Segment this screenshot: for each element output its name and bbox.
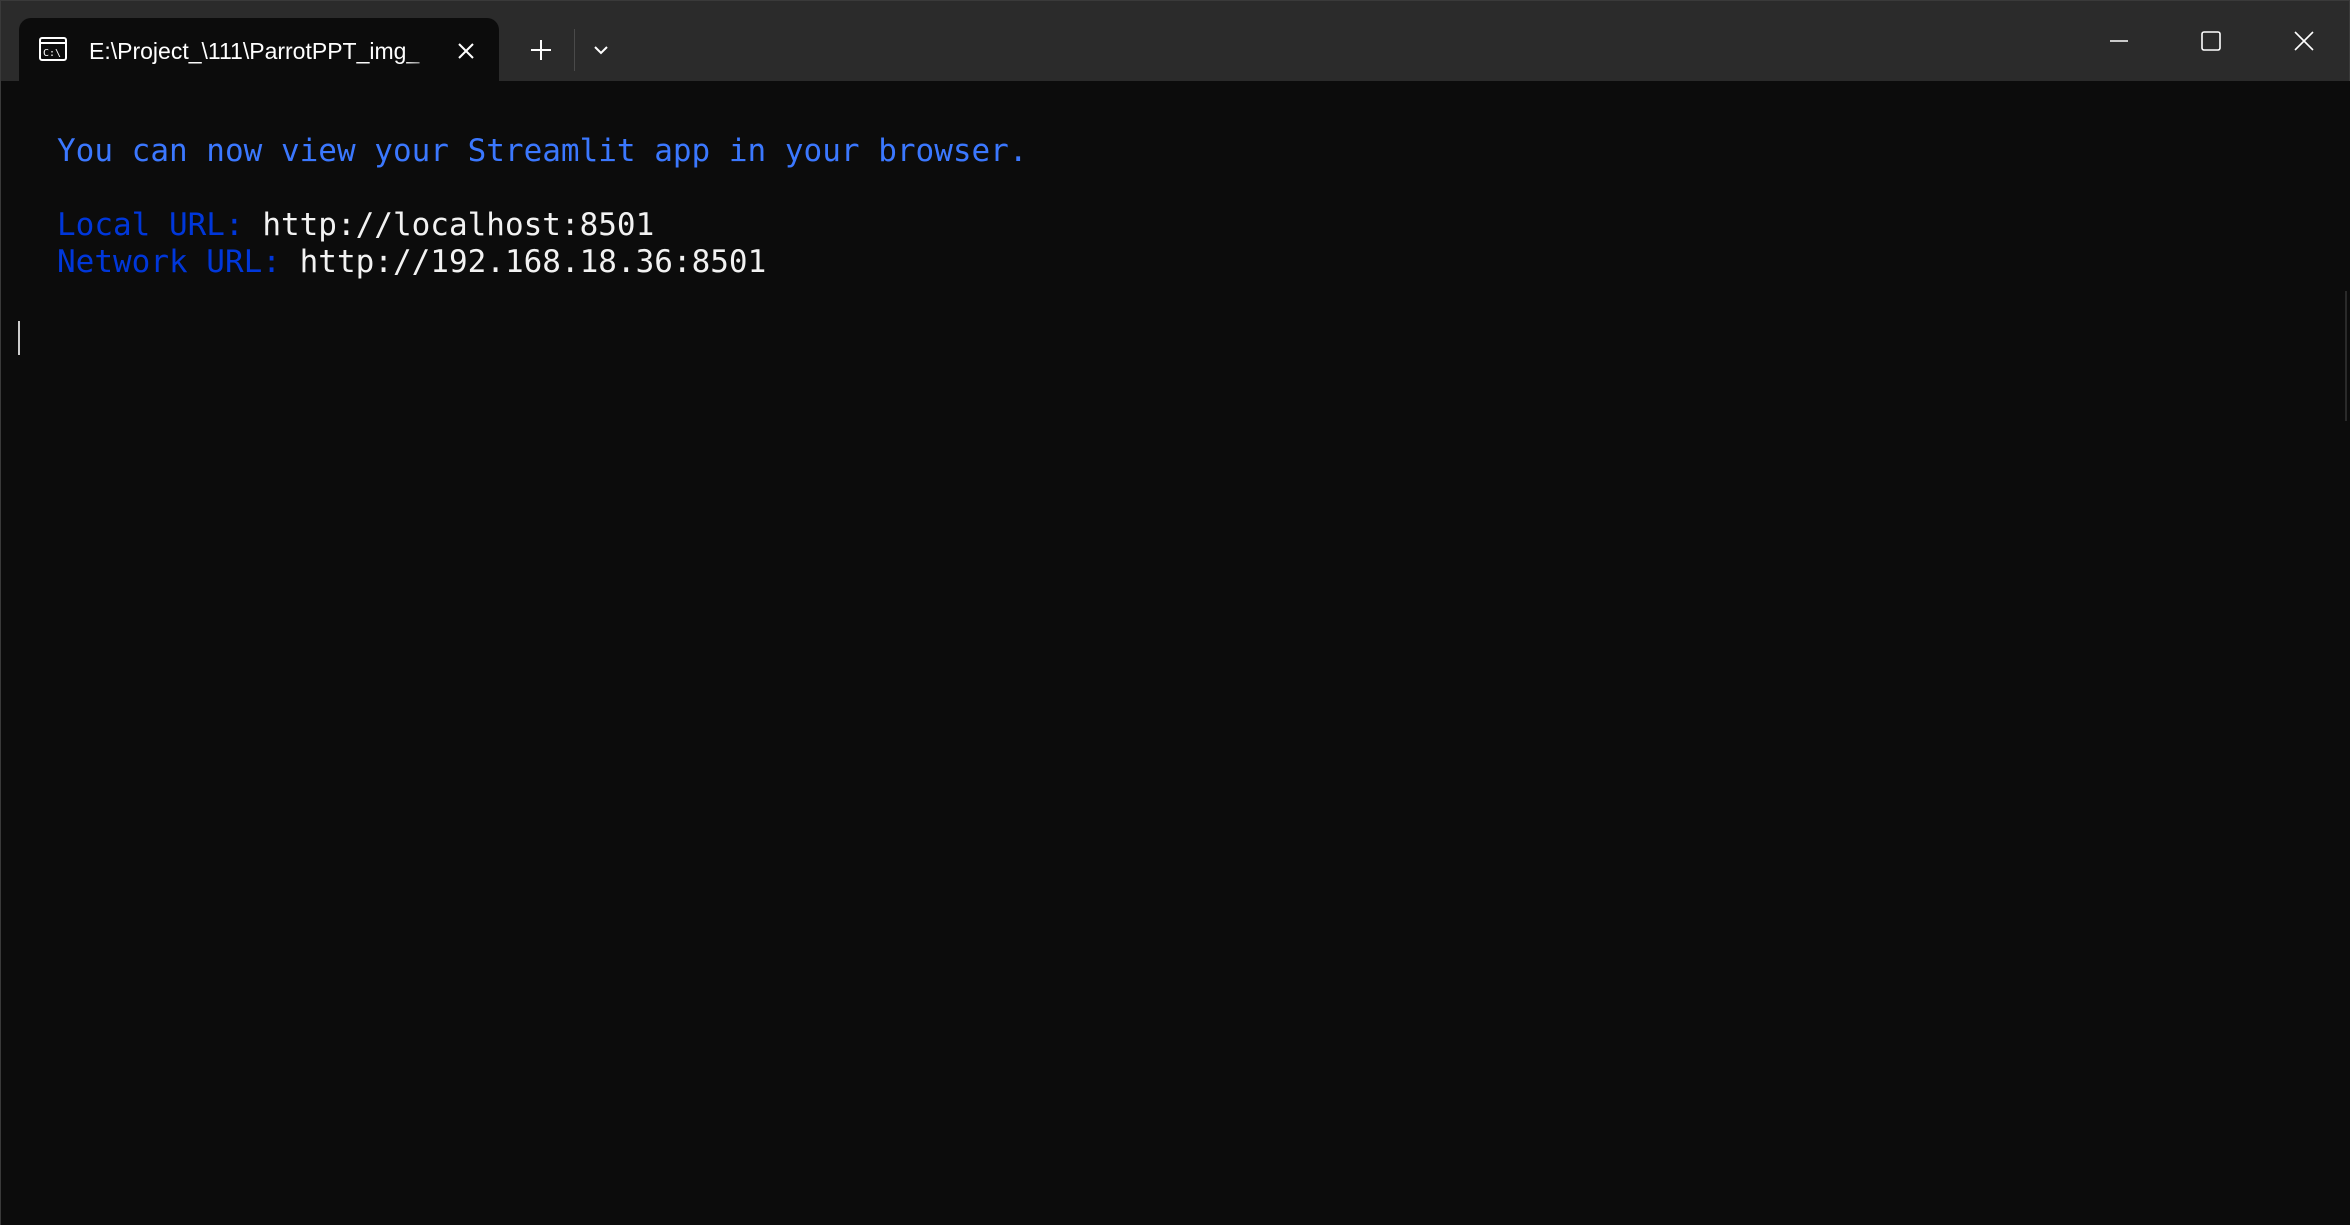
tab-separator (574, 29, 575, 71)
network-url-label: Network URL: (57, 244, 300, 280)
command-prompt-icon: C:\ (39, 37, 67, 61)
plus-icon[interactable] (523, 32, 559, 68)
scrollbar[interactable] (2345, 291, 2347, 421)
close-icon[interactable] (2274, 15, 2334, 67)
network-url-value: http://192.168.18.36:8501 (299, 244, 767, 280)
local-url-value: http://localhost:8501 (262, 207, 655, 243)
local-url-label: Local URL: (57, 207, 263, 243)
minimize-icon[interactable] (2089, 15, 2149, 67)
terminal-window: C:\ E:\Project_\111\ParrotPPT_img_ You c… (0, 0, 2350, 1225)
maximize-icon[interactable] (2181, 15, 2241, 67)
tab-title: E:\Project_\111\ParrotPPT_img_ (89, 38, 420, 64)
tab-command-prompt[interactable]: C:\ E:\Project_\111\ParrotPPT_img_ (19, 18, 499, 81)
close-tab-icon[interactable] (451, 36, 481, 66)
terminal-output[interactable]: You can now view your Streamlit app in y… (1, 81, 2350, 1225)
title-bar[interactable]: C:\ E:\Project_\111\ParrotPPT_img_ (1, 1, 2349, 81)
network-url-line: Network URL: http://192.168.18.36:8501 (57, 244, 766, 281)
local-url-line: Local URL: http://localhost:8501 (57, 207, 654, 244)
streamlit-message: You can now view your Streamlit app in y… (57, 133, 1028, 169)
chevron-down-icon[interactable] (586, 32, 616, 68)
text-cursor (18, 321, 20, 355)
svg-text:C:\: C:\ (43, 48, 61, 59)
